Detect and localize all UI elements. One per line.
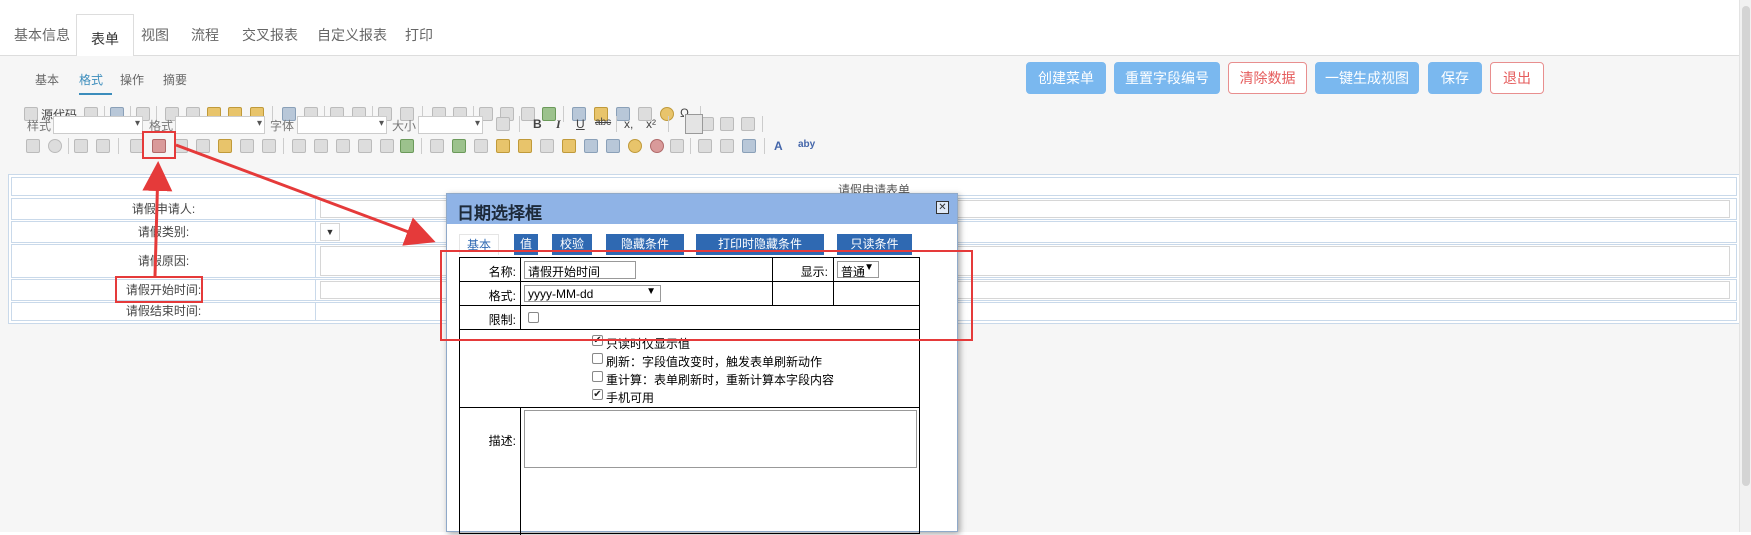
arrow-to-dialog xyxy=(175,143,436,246)
arrow-up xyxy=(142,161,173,277)
annotation-arrows xyxy=(142,143,436,277)
scrollbar-thumb[interactable] xyxy=(1742,6,1750,486)
page-scrollbar[interactable] xyxy=(1739,0,1751,532)
